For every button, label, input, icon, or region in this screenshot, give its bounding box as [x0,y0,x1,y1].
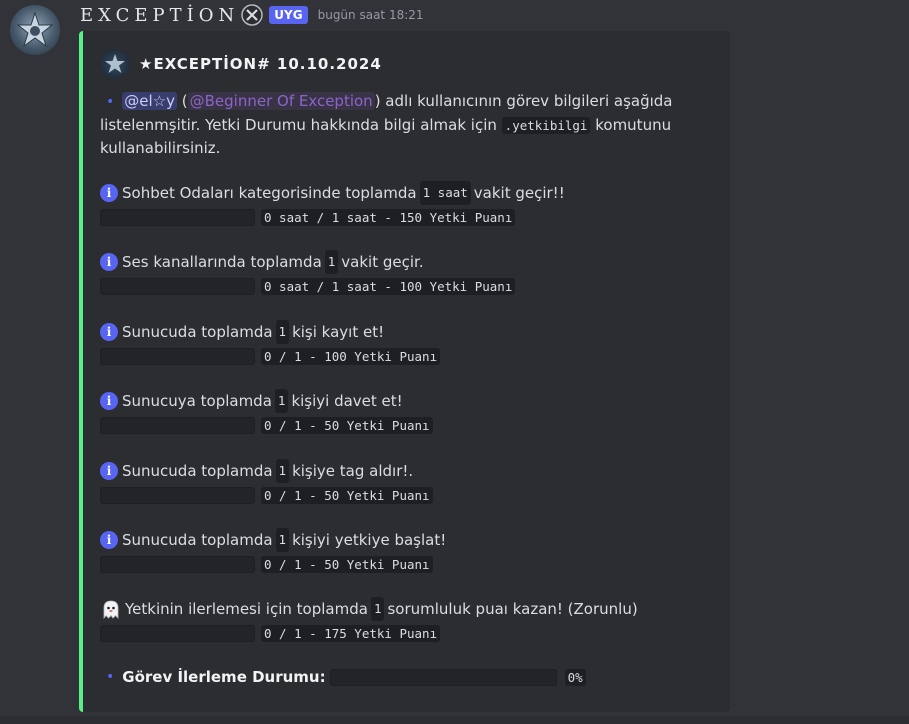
task-progress: 0 / 1 - 50 Yetki Puanı [100,554,700,574]
task-progress: 0 / 1 - 50 Yetki Puanı [100,485,700,505]
task-count: 1 [275,459,290,483]
task-description: i Ses kanallarında toplamda 1 vakit geçir. [100,250,700,274]
task-item: i Sohbet Odaları kategorisinde toplamda 1… [100,181,700,227]
crossed-tools-icon [241,4,264,26]
task-description: i Sunucuda toplamda 1 kişiye tag aldır!. [100,459,700,483]
task-text-before: Sunucuya toplamda [122,392,272,410]
message-timestamp[interactable]: bugün saat 18:21 [318,8,424,22]
task-description: i Sunucuya toplamda 1 kişiyi davet et! [100,389,700,413]
task-count: 1 saat [419,181,471,205]
message-header: EXCEPTİON UYG bugün saat 18:21 [80,3,424,27]
task-text-before: Sunucuda toplamda [122,323,273,341]
task-text-after: vakit geçir. [341,253,424,271]
task-progress: 0 / 1 - 100 Yetki Puanı [100,346,700,366]
task-progress-text: 0 / 1 - 50 Yetki Puanı [261,416,433,434]
info-icon: i [100,253,118,271]
embed-author: ★EXCEPTİON# 10.10.2024 [100,49,382,79]
task-count: 1 [324,250,339,274]
task-progress-text: 0 / 1 - 175 Yetki Puanı [261,624,441,642]
task-text-after: vakit geçir!! [473,184,565,202]
task-description: Yetkinin ilerlemesi için toplamda 1 soruml… [100,597,700,621]
task-item: i Sunucuda toplamda 1 kişiyi yetkiye başlat… [100,528,700,574]
task-progress-bar [100,555,255,573]
task-description: i Sohbet Odaları kategorisinde toplamda 1… [100,181,700,205]
bot-username[interactable]: EXCEPTİON [80,5,239,26]
task-text-before: Yetkinin ilerlemesi için toplamda [125,600,368,618]
task-progress: 0 / 1 - 50 Yetki Puanı [100,415,700,435]
task-progress-bar [100,277,255,295]
task-progress: 0 saat / 1 saat - 150 Yetki Puanı [100,207,700,227]
command-code: .yetkibilgi [501,117,591,134]
author-avatar [100,49,130,79]
task-progress-text: 0 saat / 1 saat - 150 Yetki Puanı [261,208,516,226]
info-icon: i [100,392,118,410]
task-description: i Sunucuda toplamda 1 kişiyi yetkiye başlat… [100,528,700,552]
task-text-after: kişiye tag aldır!. [292,462,414,480]
star-emblem-icon [16,11,54,48]
star-logo-icon [105,54,125,73]
info-icon: i [100,184,118,202]
role-mention[interactable]: @Beginner Of Exception [187,92,375,110]
embed-card: ★EXCEPTİON# 10.10.2024 • @el☆y (@Beginner… [79,31,730,712]
task-item: i Sunucuya toplamda 1 kişiyi davet et! 0 / … [100,389,700,435]
task-text-after: sorumluluk puaı kazan! (Zorunlu) [387,600,638,618]
task-text-before: Sunucuda toplamda [122,462,273,480]
app-tag-badge: UYG [269,6,308,24]
task-item: i Sunucuda toplamda 1 kişiye tag aldır!. 0 … [100,459,700,505]
task-text-before: Ses kanallarında toplamda [122,253,322,271]
bottom-strip [0,716,909,724]
task-progress-text: 0 / 1 - 50 Yetki Puanı [261,486,433,504]
task-item: i Ses kanallarında toplamda 1 vakit geçir. … [100,250,700,296]
task-count: 1 [274,389,289,413]
task-progress-bar [100,624,255,642]
embed-description: • @el☆y (@Beginner Of Exception) adlı kul… [100,90,700,160]
task-progress-bar [100,486,255,504]
task-item: Yetkinin ilerlemesi için toplamda 1 soruml… [100,597,700,643]
bullet: • [106,669,115,685]
overall-progress: • Görev İlerleme Durumu: 0% [100,668,586,686]
task-progress-text: 0 / 1 - 100 Yetki Puanı [261,347,441,365]
task-progress-bar [100,347,255,365]
task-text-after: kişi kayıt et! [292,323,385,341]
info-icon: i [100,531,118,549]
task-progress-bar [100,416,255,434]
info-icon: i [100,462,118,480]
task-text-after: kişiyi yetkiye başlat! [292,531,447,549]
task-text-after: kişiyi davet et! [291,392,403,410]
ghost-icon [103,600,119,620]
bullet: • [106,94,115,110]
user-mention[interactable]: @el☆y [122,92,177,110]
task-progress-bar [100,208,255,226]
overall-progress-bar [329,668,557,686]
info-icon: i [100,323,118,341]
task-count: 1 [370,597,385,621]
task-description: i Sunucuda toplamda 1 kişi kayıt et! [100,320,700,344]
task-progress: 0 / 1 - 175 Yetki Puanı [100,623,700,643]
task-text-before: Sunucuda toplamda [122,531,273,549]
task-count: 1 [275,528,290,552]
overall-progress-label: Görev İlerleme Durumu: [122,668,326,686]
task-item: i Sunucuda toplamda 1 kişi kayıt et! 0 / 1 … [100,320,700,366]
description-paren: ( [177,92,188,110]
task-progress-text: 0 / 1 - 50 Yetki Puanı [261,555,433,573]
task-progress-text: 0 saat / 1 saat - 100 Yetki Puanı [261,277,516,295]
task-count: 1 [275,320,290,344]
task-progress: 0 saat / 1 saat - 100 Yetki Puanı [100,276,700,296]
embed-author-name: ★EXCEPTİON# 10.10.2024 [139,55,382,73]
bot-avatar[interactable] [10,5,60,55]
overall-percent: 0% [564,668,586,686]
task-text-before: Sohbet Odaları kategorisinde toplamda [122,184,417,202]
